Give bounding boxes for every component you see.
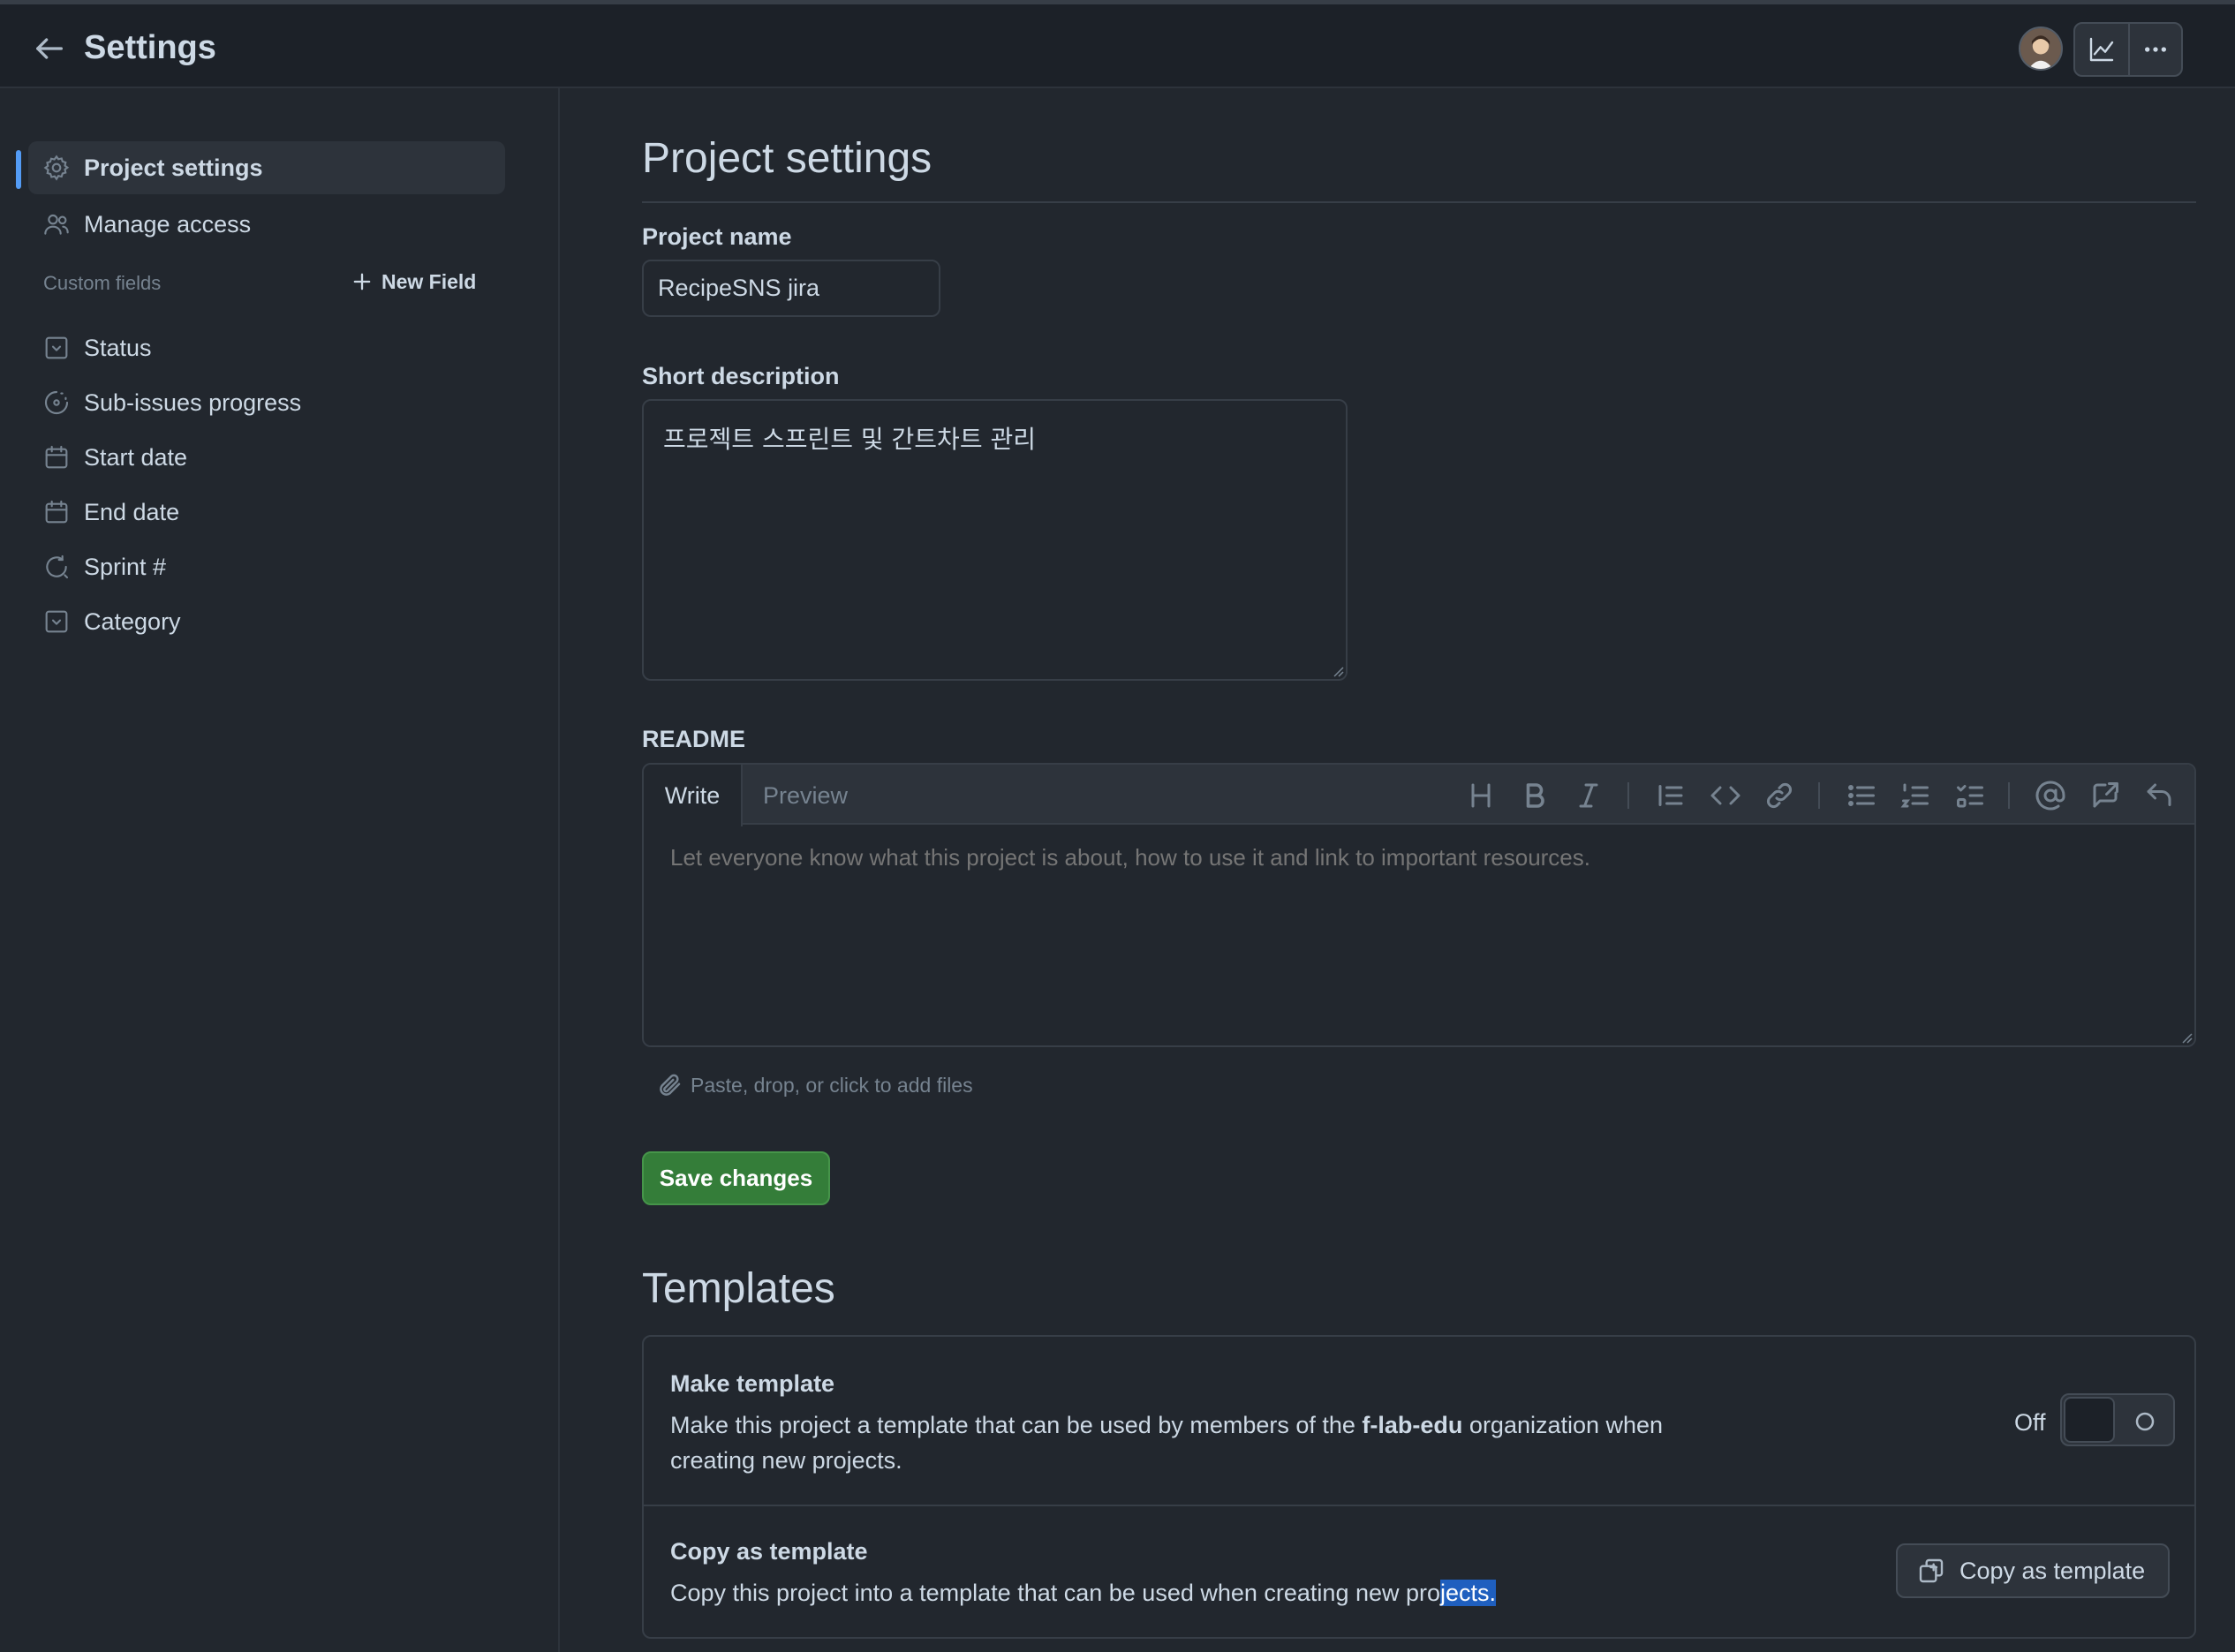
mention-icon[interactable] [2035, 780, 2066, 811]
tab-write[interactable]: Write [644, 765, 743, 826]
copy-template-text: Copy this project into a template that c… [670, 1580, 1441, 1606]
title-divider [642, 201, 2196, 203]
make-template-toggle[interactable] [2060, 1393, 2175, 1446]
top-header: Settings [0, 0, 2235, 88]
calendar-icon [45, 445, 68, 469]
more-options-button[interactable] [2128, 24, 2181, 75]
new-field-label: New Field [381, 269, 477, 293]
settings-sidebar: Project settings Manage access Custom fi… [0, 88, 560, 1652]
toolbar-divider [2008, 782, 2010, 809]
page-title: Project settings [642, 135, 933, 182]
organization-name: f-lab-edu [1362, 1412, 1463, 1438]
project-name-input[interactable] [642, 260, 940, 317]
new-field-button[interactable]: New Field [350, 263, 476, 300]
readme-input[interactable] [644, 826, 2194, 1045]
sidebar-item-label: Project settings [84, 154, 263, 181]
gear-icon [43, 155, 70, 181]
header-action-group [2073, 22, 2183, 77]
make-template-description: Make this project a template that can be… [670, 1407, 1730, 1478]
toggle-off-icon [2135, 1412, 2155, 1431]
code-icon[interactable] [1710, 780, 1741, 811]
templates-heading: Templates [642, 1265, 835, 1312]
make-template-text-before: Make this project a template that can be… [670, 1412, 1363, 1438]
people-icon [44, 214, 69, 235]
bold-icon[interactable] [1519, 780, 1551, 811]
short-description-input[interactable]: 프로젝트 스프린트 및 간트차트 관리 [642, 399, 1348, 681]
sidebar-field-sprint[interactable]: Sprint # [28, 540, 505, 593]
resize-handle-icon[interactable] [2180, 1031, 2193, 1044]
sidebar-field-label: Start date [84, 443, 188, 471]
templates-panel: Make template Make this project a templa… [642, 1335, 2196, 1639]
paperclip-icon [660, 1074, 681, 1096]
unordered-list-icon[interactable] [1846, 780, 1877, 811]
project-name-label: Project name [642, 223, 792, 250]
copy-template-heading: Copy as template [670, 1538, 868, 1565]
single-select-icon [45, 610, 68, 633]
page-header-title: Settings [84, 29, 216, 66]
task-list-icon[interactable] [1954, 780, 1986, 811]
sidebar-item-label: Manage access [84, 210, 252, 238]
selected-text: jects. [1440, 1580, 1497, 1606]
readme-toolbar: Write Preview [644, 765, 2194, 826]
graph-icon [2089, 37, 2114, 62]
link-icon[interactable] [1763, 780, 1795, 811]
attach-files-label: Paste, drop, or click to add files [691, 1073, 973, 1097]
sidebar-field-end-date[interactable]: End date [28, 486, 505, 539]
toggle-knob [2064, 1397, 2115, 1443]
templates-divider [644, 1505, 2194, 1506]
save-changes-button[interactable]: Save changes [642, 1151, 830, 1205]
resize-handle-icon[interactable] [1332, 665, 1344, 677]
tab-preview[interactable]: Preview [763, 765, 848, 826]
sidebar-field-label: End date [84, 498, 180, 525]
progress-icon [44, 390, 69, 415]
ordered-list-icon[interactable] [1899, 780, 1931, 811]
sidebar-item-manage-access[interactable]: Manage access [28, 198, 505, 251]
sidebar-field-category[interactable]: Category [28, 595, 505, 648]
calendar-icon [45, 500, 68, 524]
sidebar-field-label: Sprint # [84, 553, 167, 580]
custom-fields-heading: Custom fields [43, 272, 162, 294]
readme-label: README [642, 726, 746, 752]
readme-editor: Write Preview [642, 763, 2196, 1047]
sidebar-item-project-settings[interactable]: Project settings [28, 141, 505, 194]
make-template-heading: Make template [670, 1370, 835, 1397]
heading-icon[interactable] [1465, 780, 1497, 811]
insights-button[interactable] [2075, 24, 2128, 75]
sidebar-field-start-date[interactable]: Start date [28, 431, 505, 484]
kebab-horizontal-icon [2145, 47, 2166, 52]
sidebar-field-label: Status [84, 334, 152, 361]
back-arrow-icon[interactable] [32, 31, 67, 66]
iteration-icon [46, 554, 69, 579]
plus-icon [353, 273, 371, 290]
sidebar-field-label: Sub-issues progress [84, 388, 302, 416]
short-description-label: Short description [642, 363, 840, 389]
quote-icon[interactable] [1655, 780, 1687, 811]
active-indicator [16, 150, 21, 189]
toolbar-divider [1627, 782, 1629, 809]
copy-as-template-label: Copy as template [1959, 1557, 2146, 1584]
attach-files-hint[interactable]: Paste, drop, or click to add files [657, 1072, 973, 1098]
sidebar-field-label: Category [84, 607, 181, 635]
copy-as-template-button[interactable]: Copy as template [1896, 1543, 2170, 1598]
toolbar-divider [1818, 782, 1820, 809]
single-select-icon [45, 336, 68, 359]
copy-template-description: Copy this project into a template that c… [670, 1575, 1818, 1611]
reply-icon[interactable] [2143, 780, 2175, 811]
sidebar-field-sub-issues-progress[interactable]: Sub-issues progress [28, 376, 505, 429]
cross-reference-icon[interactable] [2089, 780, 2121, 811]
italic-icon[interactable] [1573, 780, 1605, 811]
sidebar-field-status[interactable]: Status [28, 321, 505, 374]
duplicate-icon [1919, 1558, 1944, 1583]
template-toggle-state: Off [2014, 1409, 2046, 1436]
user-avatar[interactable] [2019, 26, 2063, 71]
